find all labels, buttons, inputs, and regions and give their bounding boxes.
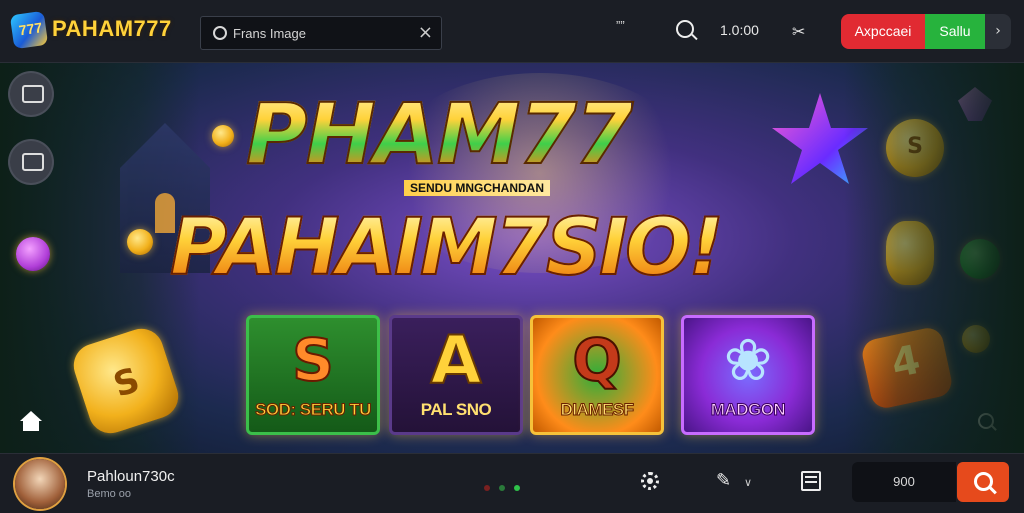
sidebar-chart-button[interactable]: [10, 73, 52, 115]
hero-subtitle: SENDU MNGCHANDAN: [404, 180, 550, 196]
logo-icon[interactable]: 777: [9, 10, 49, 50]
game-card-label: MADGON: [710, 400, 786, 420]
sidebar-edit-button[interactable]: [10, 141, 52, 183]
game-card[interactable]: A PAL SNO: [389, 315, 523, 435]
chart-icon: [22, 85, 44, 103]
gold-coin: S: [886, 119, 944, 177]
login-button[interactable]: Ахрссаеі: [841, 14, 925, 49]
game-card-symbol: Q: [571, 325, 622, 395]
coin-symbol: S: [907, 134, 923, 159]
game-card-symbol: ❀: [723, 326, 773, 394]
chevron-right-icon[interactable]: ›: [985, 14, 1011, 49]
document-icon[interactable]: [801, 471, 821, 491]
quote-icon[interactable]: ””: [616, 18, 625, 33]
game-card-label: SOD: SERU TU: [255, 400, 372, 420]
home-base: [23, 420, 39, 431]
hero-title-secondary: PAHAIM7SIO!: [169, 202, 725, 294]
gold-coin: [127, 229, 153, 255]
coin-symbol: S: [108, 360, 145, 406]
green-coin: [960, 239, 1000, 279]
hero-title-primary: PHAM77: [245, 84, 634, 184]
gold-coin-large: S: [68, 323, 184, 439]
search-button[interactable]: [957, 462, 1009, 502]
bonus-shield-icon[interactable]: 4: [859, 325, 955, 411]
gem-icon: [958, 87, 992, 121]
home-icon[interactable]: [20, 411, 42, 431]
hero-banner: S S PHAM77 SENDU MNGCHANDAN PAHAIM7SIO! …: [0, 63, 1024, 453]
game-card-symbol: S: [291, 325, 335, 395]
logo-text[interactable]: PAHAM777: [52, 16, 172, 42]
carousel-dot[interactable]: [499, 485, 505, 491]
game-card[interactable]: ❀ MADGON: [681, 315, 815, 435]
carousel-dot-active[interactable]: [514, 485, 520, 491]
logo-mark-text: 777: [17, 19, 44, 39]
scissors-icon[interactable]: ✂: [792, 22, 805, 41]
shield-text: 4: [887, 336, 925, 388]
game-card[interactable]: Q DIAMESF: [530, 315, 664, 435]
signup-button[interactable]: Sallu: [925, 14, 985, 49]
edit-icon: [22, 153, 44, 171]
search-icon: [213, 26, 227, 40]
gold-coin: [212, 125, 234, 147]
gold-coin: [886, 221, 934, 285]
close-icon[interactable]: ×: [418, 22, 433, 43]
user-subtitle: Bemo oo: [87, 488, 132, 500]
game-card-label: DIAMESF: [560, 400, 635, 420]
gear-icon[interactable]: [641, 472, 659, 490]
amount-field[interactable]: 900: [852, 462, 956, 502]
username: Pahloun730c: [87, 468, 175, 485]
purple-coin: [16, 237, 50, 271]
game-card-label: PAL SNO: [420, 400, 492, 419]
chevron-down-icon[interactable]: ∨: [744, 476, 752, 489]
game-card-symbol: A: [429, 321, 482, 400]
search-icon: [974, 472, 993, 491]
carousel-dot[interactable]: [484, 485, 490, 491]
search-placeholder: Frans Image: [233, 26, 306, 41]
avatar[interactable]: [15, 459, 65, 509]
game-card[interactable]: S SOD: SERU TU: [246, 315, 380, 435]
gold-coin: [962, 325, 990, 353]
carousel-dots: [484, 478, 529, 496]
pen-icon[interactable]: ✎: [716, 470, 731, 491]
bottom-bar: Pahloun730c Bemo oo ✎ ∨ 900: [0, 453, 1024, 513]
search-input[interactable]: Frans Image ×: [200, 16, 442, 50]
search-icon[interactable]: [978, 413, 994, 429]
top-bar: 777 PAHAM777 Frans Image × ”” 1.0:00 ✂ А…: [0, 0, 1024, 63]
star-icon: [772, 93, 868, 184]
magnifier-icon[interactable]: [676, 20, 694, 38]
balance-display: 1.0:00: [720, 22, 759, 38]
